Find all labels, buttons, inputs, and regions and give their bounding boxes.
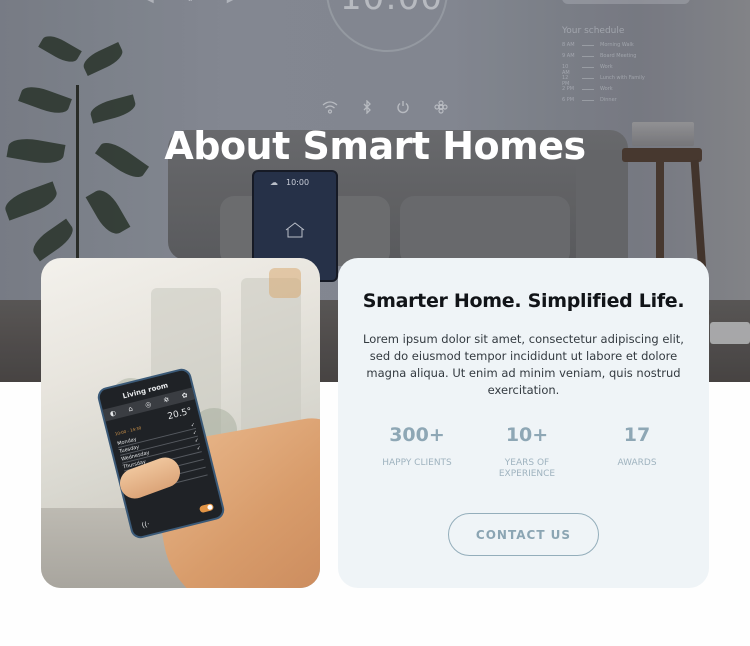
stat-years-experience: 10+ Years of Experience — [477, 424, 577, 480]
page-title: About Smart Homes — [164, 124, 586, 168]
toggle-icon — [198, 503, 215, 514]
stat-label: Happy Clients — [382, 458, 452, 468]
section-description: Lorem ipsum dolor sit amet, consectetur … — [363, 332, 684, 397]
contact-us-button[interactable]: CONTACT US — [448, 513, 599, 556]
stat-value: 17 — [623, 424, 651, 446]
stats-row: 300+ Happy Clients 10+ Years of Experien… — [362, 424, 692, 480]
stat-label: Awards — [617, 458, 657, 468]
stat-value: 300+ — [389, 424, 445, 446]
stat-awards: 17 Awards — [587, 424, 687, 480]
stat-value: 10+ — [505, 424, 549, 446]
stat-happy-clients: 300+ Happy Clients — [367, 424, 467, 480]
stat-label: Years of Experience — [498, 458, 556, 479]
smart-home-photo: Living room ◐ ⌂ ◎ ✲ ✿ 20.5° 10:00 - 14:30 Mo… — [41, 258, 320, 588]
wifi-icon: ((· — [140, 520, 151, 530]
info-card: Smarter Home. Simplified Life. Lorem ips… — [338, 258, 709, 588]
section-title: Smarter Home. Simplified Life. — [362, 290, 685, 312]
